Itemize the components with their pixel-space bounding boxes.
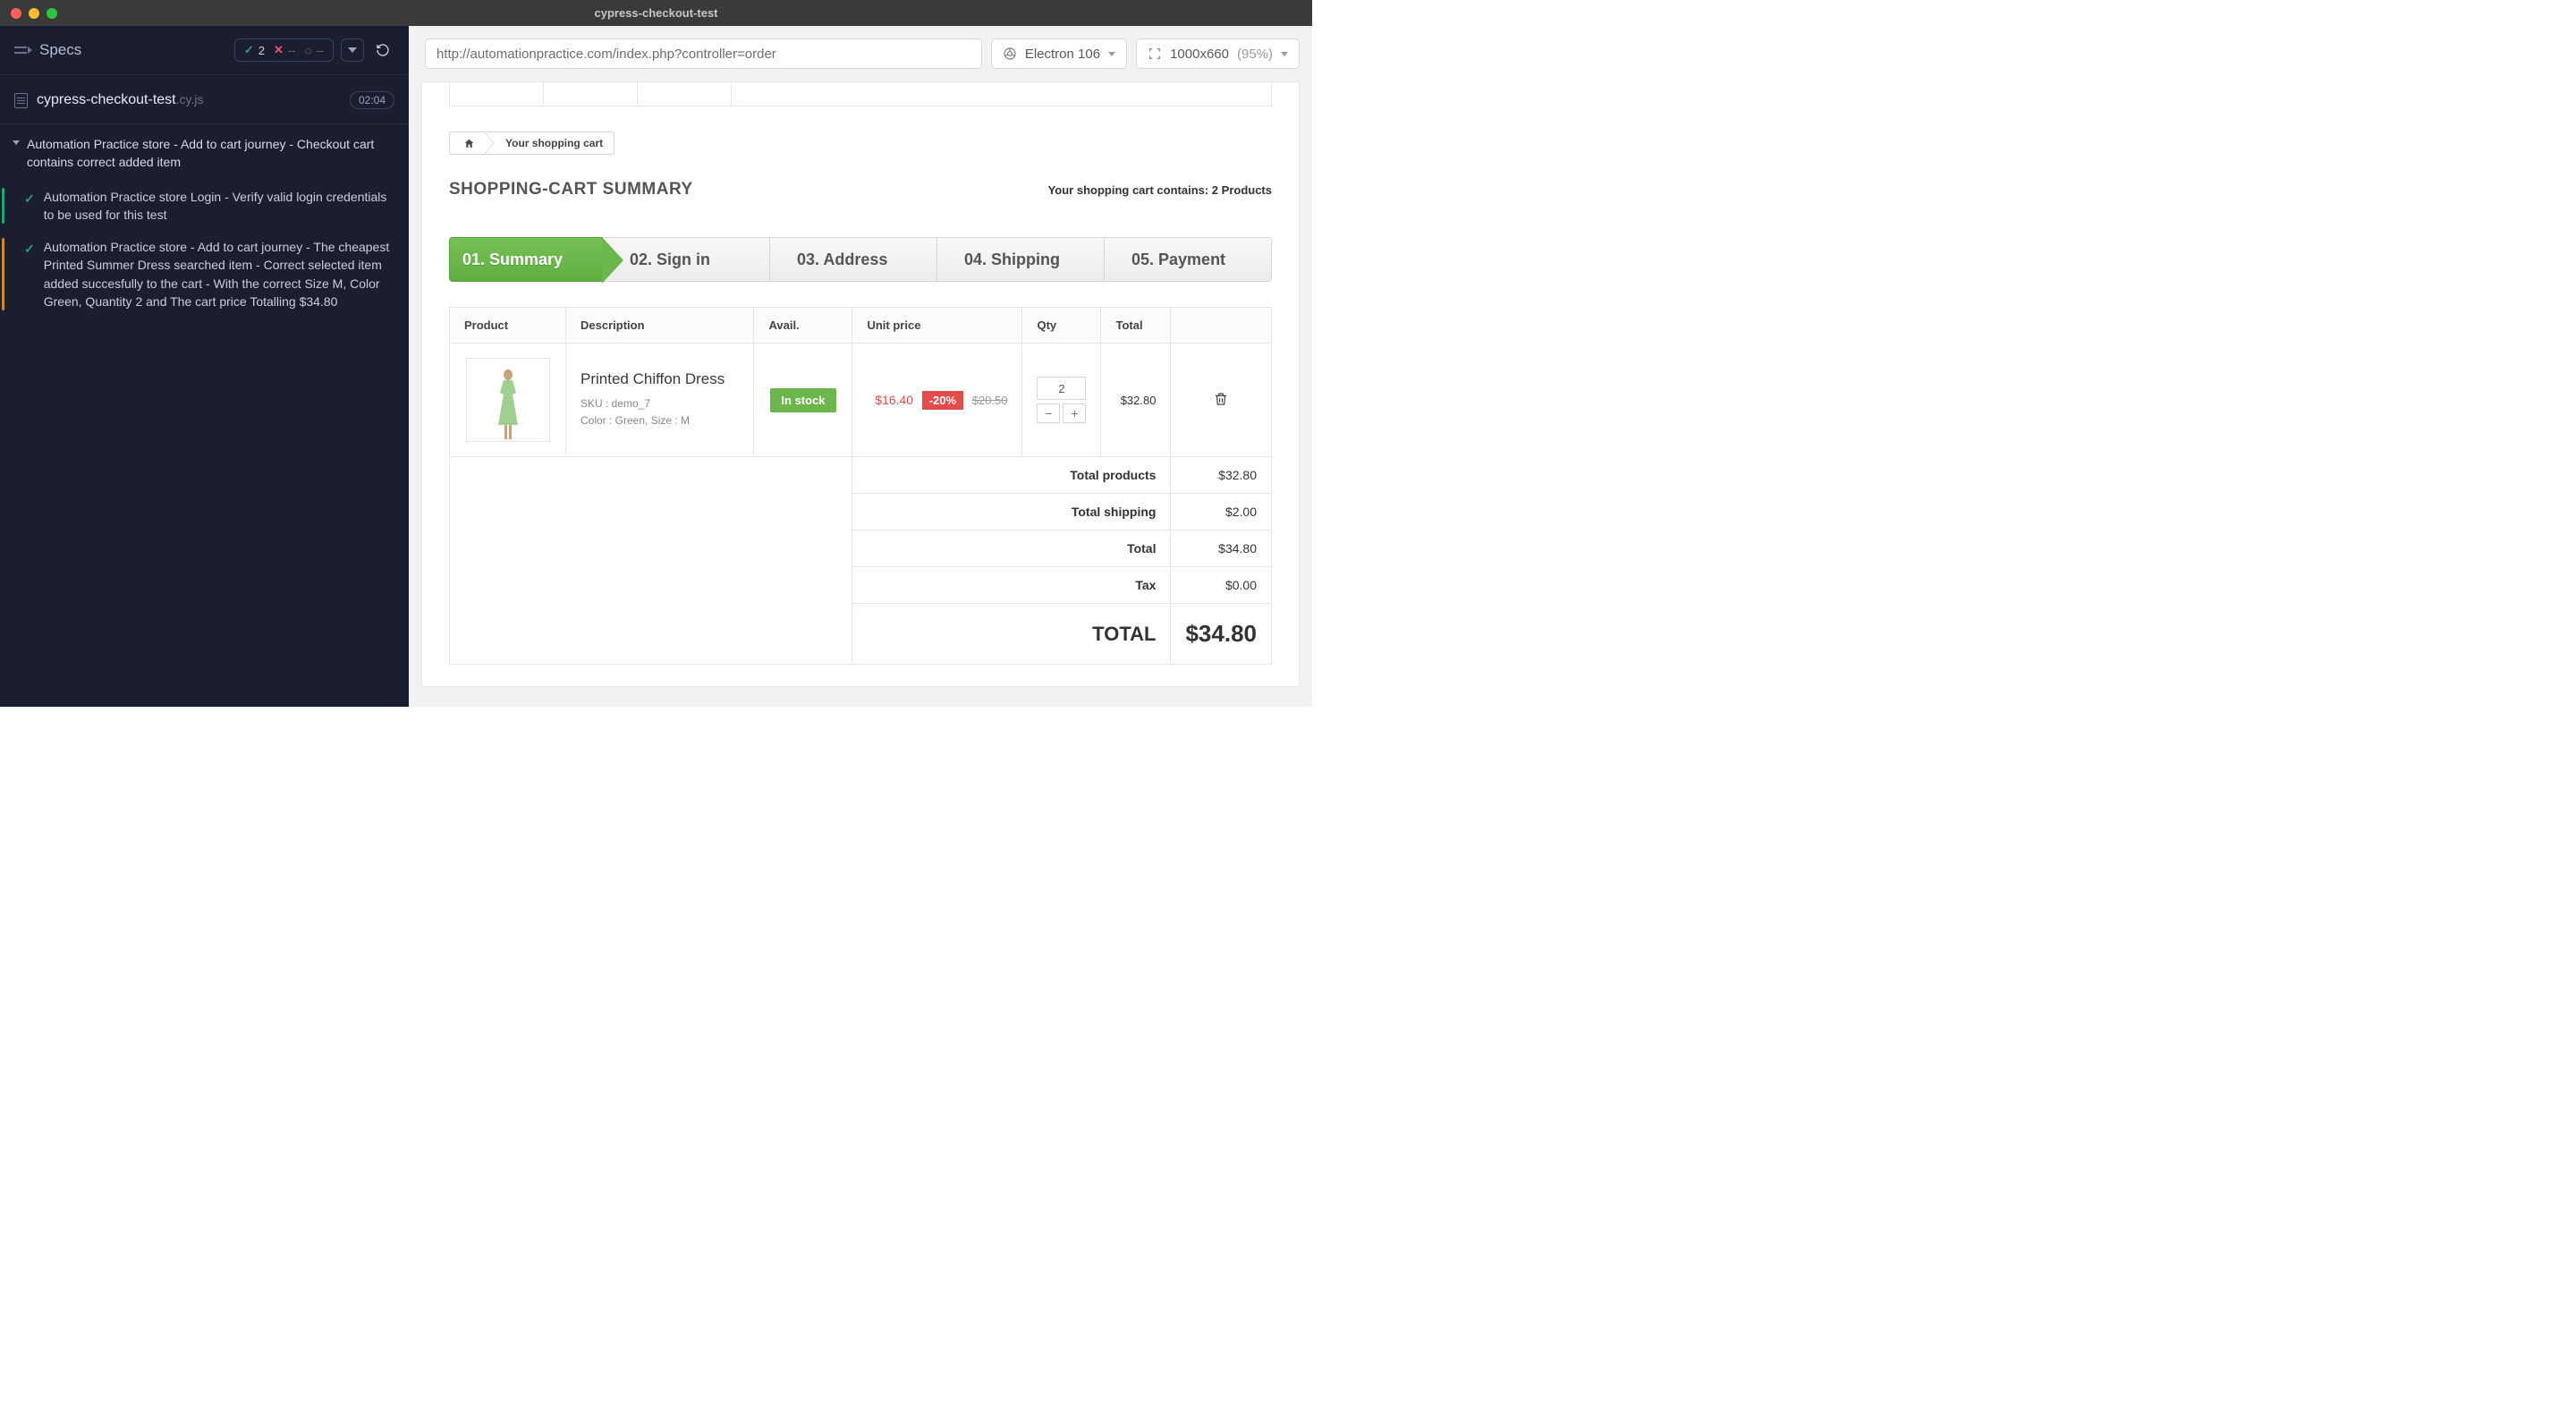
- spec-file-name: cypress-checkout-test: [37, 92, 176, 107]
- step-payment[interactable]: 05. Payment: [1105, 237, 1272, 282]
- subtotal-value: $34.80: [1171, 531, 1272, 567]
- chevron-down-icon: [1281, 52, 1288, 56]
- step-shipping[interactable]: 04. Shipping: [937, 237, 1105, 282]
- step-summary[interactable]: 01. Summary: [449, 237, 603, 282]
- old-price: $20.50: [972, 394, 1008, 407]
- status-bar: [2, 238, 4, 310]
- app-under-test: Your shopping cart SHOPPING-CART SUMMARY…: [421, 81, 1300, 687]
- stock-badge: In stock: [770, 388, 835, 412]
- rerun-button[interactable]: [371, 38, 394, 62]
- preview-toolbar: http://automationpractice.com/index.php?…: [409, 26, 1312, 81]
- x-icon: ✕: [274, 43, 284, 57]
- line-total: $32.80: [1101, 344, 1171, 457]
- pending-icon: ◌: [305, 44, 312, 57]
- test-row[interactable]: ✓ Automation Practice store Login - Veri…: [0, 181, 409, 232]
- step-address[interactable]: 03. Address: [770, 237, 937, 282]
- specs-header: Specs ✓ 2 ✕ -- ◌ --: [0, 26, 409, 75]
- breadcrumb-separator: [489, 132, 502, 154]
- product-sku: SKU : demo_7: [580, 395, 739, 412]
- options-dropdown-button[interactable]: [341, 38, 364, 62]
- subtotal-label: Total: [852, 531, 1171, 567]
- total-shipping-label: Total shipping: [852, 494, 1171, 531]
- page-title: SHOPPING-CART SUMMARY: [449, 180, 693, 199]
- col-product: Product: [450, 308, 566, 344]
- test-title: Automation Practice store - Add to cart …: [44, 238, 400, 310]
- test-row[interactable]: ✓ Automation Practice store - Add to car…: [0, 231, 409, 318]
- col-description: Description: [566, 308, 754, 344]
- cart-row: Printed Chiffon Dress SKU : demo_7 Color…: [450, 344, 1272, 457]
- pass-count: 2: [258, 44, 265, 57]
- url-text: http://automationpractice.com/index.php?…: [436, 47, 776, 62]
- home-icon: [463, 138, 475, 149]
- suite-title-row[interactable]: Automation Practice store - Add to cart …: [0, 124, 409, 181]
- product-name[interactable]: Printed Chiffon Dress: [580, 370, 739, 388]
- discount-badge: -20%: [922, 391, 963, 410]
- fail-count: --: [288, 44, 296, 57]
- viewport-scale: (95%): [1237, 47, 1273, 62]
- col-delete: [1171, 308, 1272, 344]
- url-bar[interactable]: http://automationpractice.com/index.php?…: [425, 38, 982, 69]
- col-qty: Qty: [1022, 308, 1101, 344]
- total-shipping-value: $2.00: [1171, 494, 1272, 531]
- total-products-value: $32.80: [1171, 457, 1272, 494]
- browser-label: Electron 106: [1025, 47, 1100, 62]
- run-stats-pill: ✓ 2 ✕ -- ◌ --: [234, 38, 334, 62]
- spec-file-row[interactable]: cypress-checkout-test.cy.js 02:04: [0, 75, 409, 124]
- viewport-size: 1000x660: [1170, 47, 1229, 62]
- product-thumbnail[interactable]: [466, 358, 550, 442]
- cart-count-text: Your shopping cart contains: 2 Products: [1048, 183, 1272, 197]
- step-signin[interactable]: 02. Sign in: [603, 237, 770, 282]
- qty-input[interactable]: [1037, 377, 1086, 400]
- col-avail: Avail.: [754, 308, 852, 344]
- titlebar: cypress-checkout-test: [0, 0, 1312, 26]
- status-bar: [2, 188, 4, 225]
- browser-selector[interactable]: Electron 106: [991, 38, 1127, 69]
- site-header-stub: [449, 82, 1272, 106]
- specs-label[interactable]: Specs: [39, 41, 81, 59]
- spec-file-ext: .cy.js: [176, 92, 204, 106]
- viewport-selector[interactable]: 1000x660 (95%): [1136, 38, 1300, 69]
- chevron-down-icon: [13, 140, 20, 145]
- file-icon: [14, 93, 28, 108]
- col-total: Total: [1101, 308, 1171, 344]
- cypress-sidebar: Specs ✓ 2 ✕ -- ◌ -- cypress-checkout-test.c…: [0, 26, 409, 707]
- grand-total-value: $34.80: [1171, 604, 1272, 665]
- breadcrumb-current: Your shopping cart: [502, 132, 614, 154]
- window-title: cypress-checkout-test: [0, 6, 1312, 20]
- checkout-steps: 01. Summary 02. Sign in 03. Address 04. …: [449, 237, 1272, 282]
- unit-price: $16.40: [875, 393, 913, 407]
- delete-button[interactable]: [1213, 397, 1229, 411]
- qty-increase-button[interactable]: +: [1063, 403, 1086, 423]
- check-icon: ✓: [24, 240, 35, 310]
- specs-icon: [14, 44, 30, 56]
- tax-label: Tax: [852, 567, 1171, 604]
- product-attrs: Color : Green, Size : M: [580, 412, 739, 429]
- chevron-down-icon: [1108, 52, 1115, 56]
- suite-title: Automation Practice store - Add to cart …: [27, 135, 396, 172]
- cart-table: Product Description Avail. Unit price Qt…: [449, 307, 1272, 665]
- tax-value: $0.00: [1171, 567, 1272, 604]
- total-products-label: Total products: [852, 457, 1171, 494]
- qty-decrease-button[interactable]: −: [1037, 403, 1060, 423]
- check-icon: ✓: [244, 43, 254, 57]
- col-unit: Unit price: [852, 308, 1022, 344]
- elapsed-time: 02:04: [350, 91, 394, 109]
- check-icon: ✓: [24, 190, 35, 225]
- breadcrumb: Your shopping cart: [449, 132, 614, 155]
- trash-icon: [1213, 390, 1229, 408]
- pending-count: --: [316, 44, 324, 57]
- grand-total-label: TOTAL: [852, 604, 1171, 665]
- test-title: Automation Practice store Login - Verify…: [44, 188, 400, 225]
- app-preview-pane: http://automationpractice.com/index.php?…: [409, 26, 1312, 707]
